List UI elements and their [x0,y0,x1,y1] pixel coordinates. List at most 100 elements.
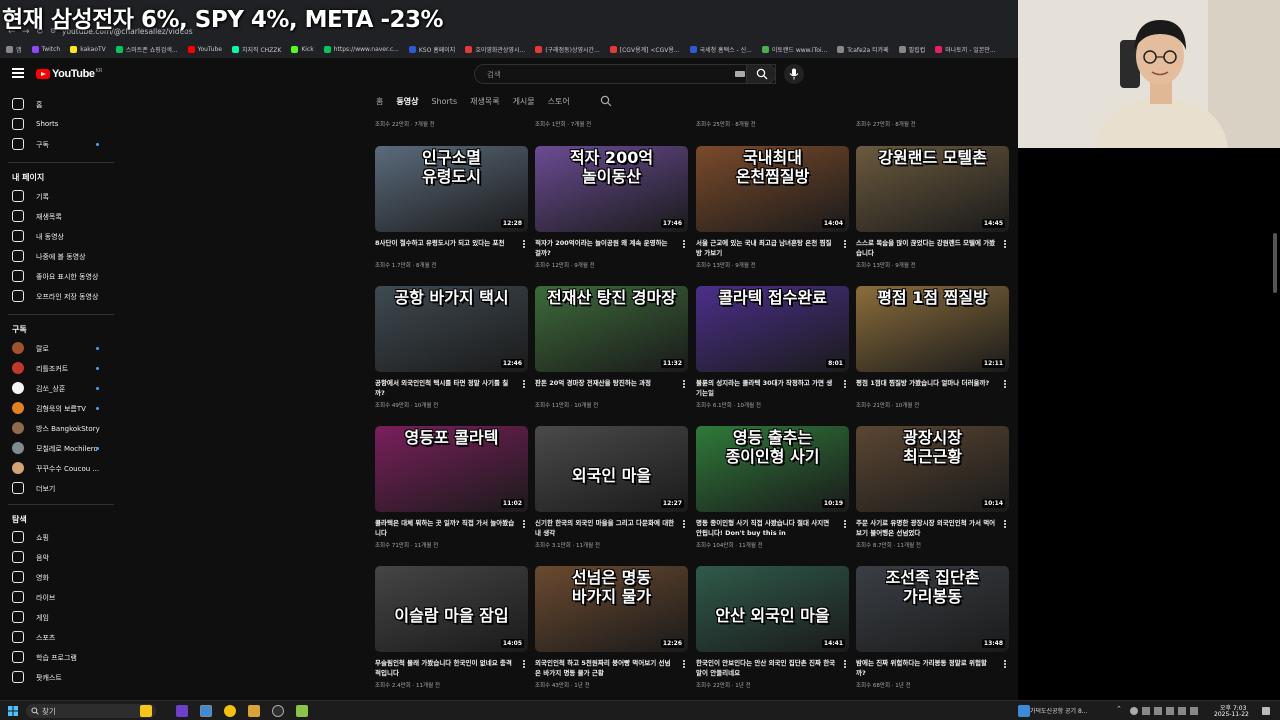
bookmark-item[interactable]: YouTube [187,46,222,53]
app-icon-2[interactable] [296,705,308,717]
video-title[interactable]: 주문 사기로 유명한 광장시장 외국인인척 가서 먹어보기 불어행은 선넘었다 [856,518,996,538]
video-thumbnail[interactable]: 평점 1점 찜질방 12:11 [856,286,1009,372]
bookmark-item[interactable]: (구래점동)상영시간... [535,45,600,54]
more-options-icon[interactable] [1004,380,1006,388]
video-thumbnail[interactable]: 인구소멸 유령도시 12:28 [375,146,528,232]
more-options-icon[interactable] [1004,660,1006,668]
bookmark-item[interactable]: Twitch [31,46,60,53]
bookmark-item[interactable]: 치지직 CHZZK [231,45,281,54]
video-thumbnail[interactable]: 강원랜드 모텔촌 14:45 [856,146,1009,232]
window-app-icon[interactable] [1018,705,1030,717]
volume-icon[interactable] [1166,707,1174,715]
video-title[interactable]: 서울 근교에 있는 국내 최고급 남녀혼탕 온천 찜질방 가보기 [696,238,836,258]
more-options-icon[interactable] [844,240,846,248]
video-title[interactable]: 공항에서 외국인인척 택시를 타면 정말 사기를 칠까? [375,378,515,398]
tab-4[interactable]: 게시물 [513,96,535,107]
more-options-icon[interactable] [523,380,525,388]
bookmark-item[interactable]: kakaoTV [70,46,106,53]
video-thumbnail[interactable]: 선넘은 명동 바가지 물가 12:26 [535,566,688,652]
more-options-icon[interactable] [683,660,685,668]
channel-search-icon[interactable] [600,95,612,107]
more-options-icon[interactable] [844,660,846,668]
copilot-icon[interactable] [140,705,152,717]
taskbar-search[interactable]: 찾기 [26,704,156,718]
search-button[interactable] [746,64,776,84]
bookmark-item[interactable]: 앱 [6,45,22,54]
tab-1[interactable]: 동영상 [396,96,418,107]
tray-chevron-icon[interactable]: ⌃ [1116,705,1124,713]
video-card[interactable]: 외국인 마을 12:27 신기한 한국의 외국인 마을을 그리고 다문화에 대한 내… [535,426,688,566]
video-card[interactable]: 전재산 탕진 경마장 11:32 판돈 20억 경마장 전재산을 탕진하는 과정 조회… [535,286,688,426]
keyboard-icon[interactable] [735,71,745,77]
video-thumbnail[interactable]: 영등포 콜라텍 11:02 [375,426,528,512]
video-card[interactable]: 적자 200억 놀이동산 17:46 적자가 200억이라는 놀이공원 왜 계속 운… [535,146,688,286]
video-title[interactable]: 8사단이 철수하고 유령도시가 되고 있다는 포천 [375,238,515,248]
tab-5[interactable]: 스토어 [548,96,570,107]
youtube-logo[interactable]: YouTube KR [36,68,102,80]
bookmark-item[interactable]: 스마트폰 쇼핑검색... [115,45,178,54]
video-card[interactable]: 영등 출추는 종이인형 사기 10:19 명동 종이인형 사기 직접 사봤습니다 절… [696,426,849,566]
video-thumbnail[interactable]: 광장시장 최근근황 10:14 [856,426,1009,512]
more-options-icon[interactable] [683,240,685,248]
video-thumbnail[interactable]: 공항 바가지 택시 12:46 [375,286,528,372]
video-title[interactable]: 콜라텍은 대체 뭐하는 곳 일까? 직접 가서 놀아봤습니다 [375,518,515,538]
more-options-icon[interactable] [1004,240,1006,248]
video-thumbnail[interactable]: 전재산 탕진 경마장 11:32 [535,286,688,372]
page-scrollbar[interactable] [1273,233,1277,293]
video-card[interactable]: 인구소멸 유령도시 12:28 8사단이 철수하고 유령도시가 되고 있다는 포천 조… [375,146,528,286]
video-thumbnail[interactable]: 영등 출추는 종이인형 사기 10:19 [696,426,849,512]
video-card[interactable]: 강원랜드 모텔촌 14:45 스스로 목숨을 많이 끊었다는 강원랜드 모텔에 가봤… [856,146,1009,286]
more-options-icon[interactable] [844,520,846,528]
network-icon[interactable] [1154,707,1162,715]
video-card[interactable]: 이슬람 마을 잠입 14:05 무슬림인척 몰래 가봤습니다 한국인이 없네요 충격… [375,566,528,700]
video-title[interactable]: 불륜의 성지라는 콜라텍 30대가 작정하고 가면 생기는일 [696,378,836,398]
video-card[interactable]: 평점 1점 찜질방 12:11 평점 1점대 찜질방 가봤습니다 얼마나 더러울까?… [856,286,1009,426]
video-card[interactable]: 콜라텍 접수완료 8:01 불륜의 성지라는 콜라텍 30대가 작정하고 가면 생기… [696,286,849,426]
chrome-icon[interactable] [200,705,212,717]
video-title[interactable]: 스스로 목숨을 많이 끊었다는 강원랜드 모텔에 가봤습니다 [856,238,996,258]
bookmark-item[interactable]: 호이영화관상영시... [465,45,525,54]
bookmark-item[interactable]: Tcafe2a 티카페 [837,45,889,54]
video-thumbnail[interactable]: 국내최대 온천찜질방 14:04 [696,146,849,232]
tray-app-icon[interactable] [1130,707,1138,715]
search-input[interactable]: 검색 [474,64,776,84]
video-title[interactable]: 한국인이 안보인다는 안산 외국인 집단촌 진짜 한국말이 안들리네요 [696,658,836,678]
battery-icon[interactable] [1190,707,1198,715]
more-options-icon[interactable] [523,660,525,668]
notifications-icon[interactable] [1262,707,1270,715]
bookmark-item[interactable]: 마나토끼 - 일본만... [935,45,996,54]
video-card[interactable]: 영등포 콜라텍 11:02 콜라텍은 대체 뭐하는 곳 일까? 직접 가서 놀아봤습… [375,426,528,566]
menu-icon[interactable] [12,68,24,78]
video-title[interactable]: 신기한 한국의 외국인 마을을 그리고 다문화에 대한 내 생각 [535,518,675,538]
windows-start-icon[interactable] [8,706,18,716]
video-title[interactable]: 명동 종이인형 사기 직접 사봤습니다 절대 사지면 안됩니다! Don't b… [696,518,836,538]
video-thumbnail[interactable]: 콜라텍 접수완료 8:01 [696,286,849,372]
more-options-icon[interactable] [523,240,525,248]
clock-date[interactable]: 2025-11-22 [1214,711,1249,718]
video-card[interactable]: 공항 바가지 택시 12:46 공항에서 외국인인척 택시를 타면 정말 사기를 칠… [375,286,528,426]
app-icon[interactable] [176,705,188,717]
obs-icon[interactable] [272,705,284,717]
tab-0[interactable]: 홈 [376,96,383,107]
video-title[interactable]: 밤에는 진짜 위험하다는 가리봉동 정말로 위험할까? [856,658,996,678]
video-title[interactable]: 무슬림인척 몰래 가봤습니다 한국인이 없네요 충격적입니다 [375,658,515,678]
video-card[interactable]: 광장시장 최근근황 10:14 주문 사기로 유명한 광장시장 외국인인척 가서 먹… [856,426,1009,566]
more-options-icon[interactable] [683,380,685,388]
sidebar-heading-my-page[interactable]: 내 페이지 [12,172,44,183]
tab-2[interactable]: Shorts [431,97,457,106]
bookmark-item[interactable]: 필립컵 [898,45,925,54]
video-card[interactable]: 선넘은 명동 바가지 물가 12:26 외국인인척 하고 5천원짜리 붕어빵 먹어보… [535,566,688,700]
tab-3[interactable]: 재생목록 [470,96,499,107]
sidebar-heading-subscriptions[interactable]: 구독 [12,324,27,335]
more-options-icon[interactable] [683,520,685,528]
bookmark-item[interactable]: Kick [291,46,314,53]
video-thumbnail[interactable]: 조선족 집단촌 가리봉동 13:48 [856,566,1009,652]
video-card[interactable]: 안산 외국인 마을 14:41 한국인이 안보인다는 안산 외국인 집단촌 진짜 한… [696,566,849,700]
video-title[interactable]: 외국인인척 하고 5천원짜리 붕어빵 먹어보기 선넘은 바가지 명동 물가 근황 [535,658,675,678]
video-title[interactable]: 판돈 20억 경마장 전재산을 탕진하는 과정 [535,378,675,388]
video-thumbnail[interactable]: 이슬람 마을 잠입 14:05 [375,566,528,652]
video-thumbnail[interactable]: 적자 200억 놀이동산 17:46 [535,146,688,232]
mic-tray-icon[interactable] [1142,707,1150,715]
video-title[interactable]: 평점 1점대 찜질방 가봤습니다 얼마나 더러울까? [856,378,996,388]
ime-icon[interactable] [1178,707,1186,715]
